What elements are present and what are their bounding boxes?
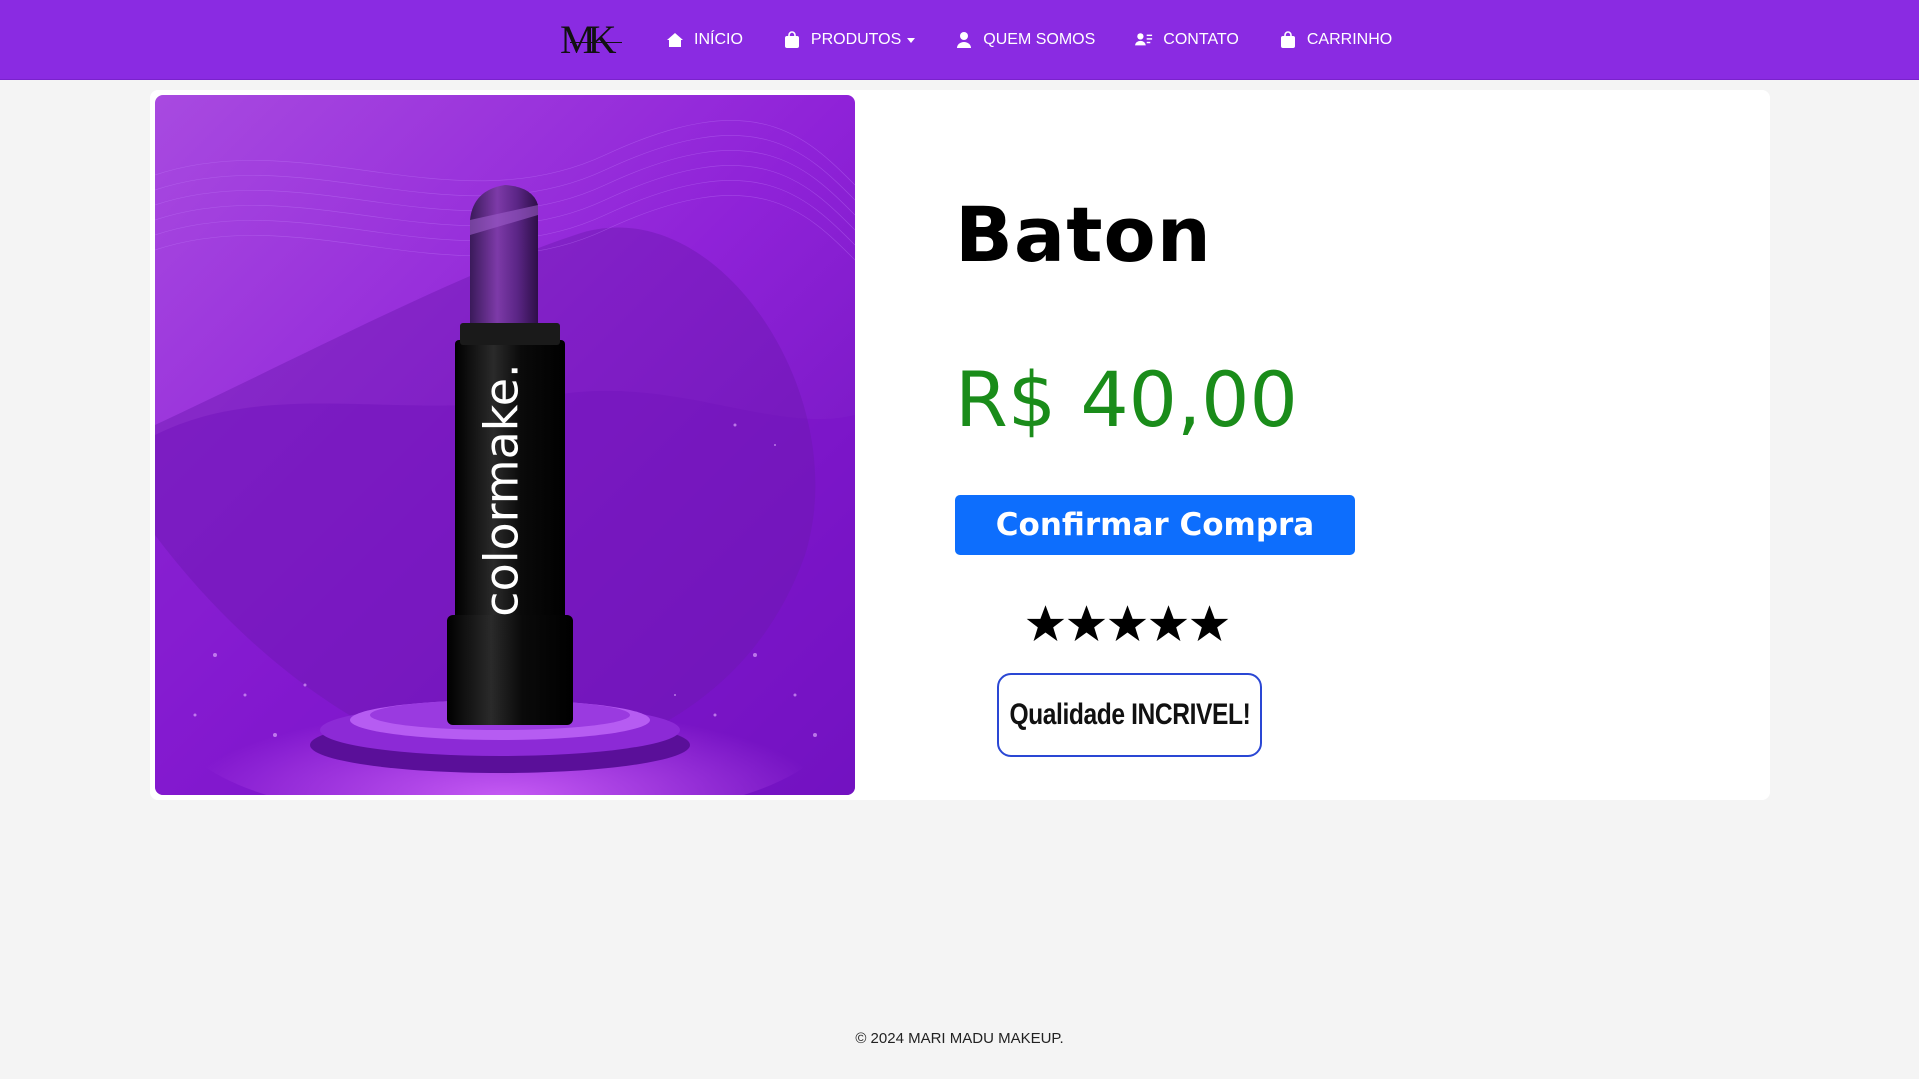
star-icon: [1067, 605, 1106, 642]
top-navbar: MK INÍCIO PRODUTOS QUEM SOMOS CONTATO CA…: [0, 0, 1919, 80]
nav-item-produtos[interactable]: PRODUTOS: [783, 20, 916, 60]
logo-divider: [570, 42, 622, 43]
nav-item-label: INÍCIO: [694, 31, 743, 48]
product-price: R$ 40,00: [955, 355, 1298, 444]
contact-icon: [1135, 31, 1153, 49]
confirm-purchase-button[interactable]: Confirmar Compra: [955, 495, 1355, 555]
nav-item-label: CARRINHO: [1306, 31, 1393, 48]
brand-logo[interactable]: MK: [560, 20, 632, 60]
home-icon: [666, 31, 684, 49]
nav-menu: MK INÍCIO PRODUTOS QUEM SOMOS CONTATO CA…: [560, 0, 1432, 80]
footer-copyright: © 2024 MARI MADU MAKEUP.: [855, 1030, 1064, 1047]
nav-item-label: QUEM SOMOS: [983, 31, 1096, 48]
nav-item-quem-somos[interactable]: QUEM SOMOS: [955, 20, 1095, 60]
nav-item-inicio[interactable]: INÍCIO: [666, 20, 743, 60]
user-icon: [955, 31, 973, 49]
brand-label-on-image: colormake.: [475, 363, 529, 616]
product-card: colormake. Baton R$ 40,00 Confirmar Comp…: [150, 90, 1770, 800]
nav-item-contato[interactable]: CONTATO: [1135, 20, 1239, 60]
product-title: Baton: [955, 190, 1212, 279]
chevron-down-icon: [907, 37, 916, 43]
footer: © 2024 MARI MADU MAKEUP.: [0, 1030, 1919, 1047]
star-icon: [1108, 605, 1147, 642]
nav-item-carrinho[interactable]: CARRINHO: [1279, 20, 1392, 60]
product-image: colormake.: [155, 95, 855, 795]
star-icon: [1190, 605, 1229, 642]
nav-item-label: CONTATO: [1163, 31, 1239, 48]
nav-item-label: PRODUTOS: [810, 31, 902, 48]
star-icon: [1026, 605, 1065, 642]
bag-icon: [1279, 31, 1297, 49]
star-icon: [1149, 605, 1188, 642]
logo-text: MK: [560, 17, 616, 62]
rating-stars: [1025, 598, 1230, 650]
bag-icon: [783, 31, 801, 49]
quality-badge: Qualidade INCRIVEL!: [997, 673, 1262, 757]
quality-badge-text: Qualidade INCRIVEL!: [1009, 698, 1250, 731]
